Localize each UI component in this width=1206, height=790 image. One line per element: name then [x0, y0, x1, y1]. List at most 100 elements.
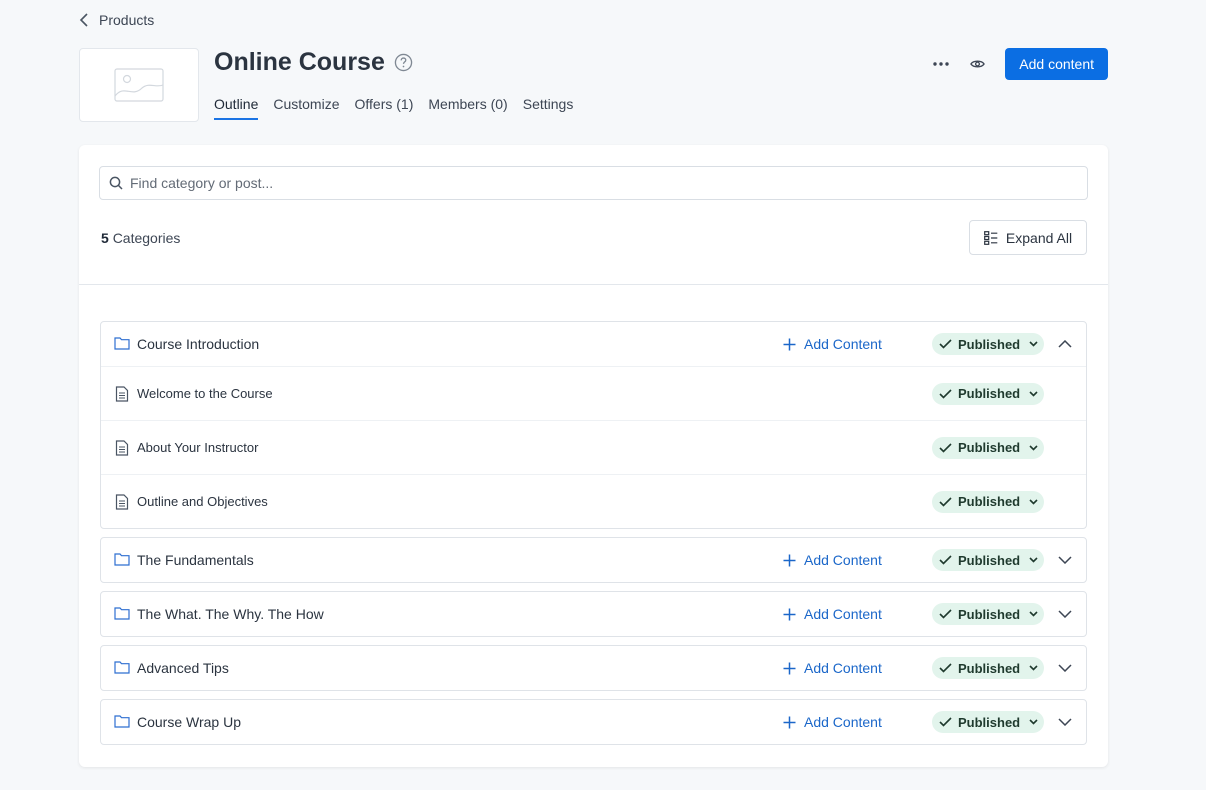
categories-count-number: 5: [101, 230, 109, 246]
status-label: Published: [958, 336, 1021, 352]
plus-icon: [783, 338, 796, 350]
status-badge[interactable]: Published: [932, 333, 1044, 355]
tab-outline[interactable]: Outline: [214, 96, 259, 120]
status-label: Published: [958, 494, 1021, 509]
folder-icon: [114, 661, 130, 674]
tab-settings[interactable]: Settings: [523, 96, 574, 120]
expand-toggle[interactable]: [1056, 713, 1074, 731]
product-thumbnail[interactable]: [79, 48, 199, 122]
chevron-left-icon: [79, 13, 88, 27]
status-label: Published: [958, 386, 1021, 401]
document-icon: [115, 493, 129, 510]
check-icon: [939, 609, 952, 619]
post-row[interactable]: Welcome to the Course Published: [101, 366, 1086, 420]
category-header[interactable]: The What. The Why. The How Add Content P…: [101, 592, 1086, 636]
category-course-wrap-up: Course Wrap Up Add Content Published: [100, 699, 1087, 745]
category-name: Advanced Tips: [137, 660, 229, 676]
expand-toggle[interactable]: [1056, 605, 1074, 623]
document-icon: [115, 439, 129, 456]
post-row[interactable]: Outline and Objectives Published: [101, 474, 1086, 528]
status-label: Published: [958, 714, 1021, 730]
tab-offers[interactable]: Offers (1): [355, 96, 414, 120]
category-advanced-tips: Advanced Tips Add Content Published: [100, 645, 1087, 691]
preview-button[interactable]: [963, 49, 991, 79]
status-badge[interactable]: Published: [932, 490, 1044, 513]
category-header[interactable]: Course Introduction Add Content Publishe…: [101, 322, 1086, 366]
search-input[interactable]: [130, 175, 1030, 191]
category-course-introduction: Course Introduction Add Content Publishe…: [100, 321, 1087, 529]
chevron-down-icon: [1029, 665, 1038, 671]
check-icon: [939, 339, 952, 349]
chevron-up-icon: [1058, 340, 1072, 348]
add-content-link[interactable]: Add Content: [783, 606, 882, 622]
plus-icon: [783, 554, 796, 566]
expand-all-label: Expand All: [1005, 229, 1073, 246]
add-content-label: Add Content: [804, 552, 882, 568]
add-content-link[interactable]: Add Content: [783, 660, 882, 676]
folder-icon: [114, 553, 130, 566]
folder-icon: [114, 607, 130, 620]
expand-toggle[interactable]: [1056, 659, 1074, 677]
tab-members[interactable]: Members (0): [428, 96, 507, 120]
check-icon: [939, 496, 952, 507]
tab-customize[interactable]: Customize: [273, 96, 339, 120]
help-icon[interactable]: [394, 53, 413, 72]
check-icon: [939, 663, 952, 673]
back-link-products[interactable]: Products: [79, 12, 154, 28]
chevron-down-icon: [1029, 611, 1038, 617]
add-content-link[interactable]: Add Content: [783, 336, 882, 352]
chevron-down-icon: [1058, 718, 1072, 726]
search-field[interactable]: [99, 166, 1088, 200]
folder-icon: [114, 715, 130, 728]
status-label: Published: [958, 440, 1021, 455]
post-name: Outline and Objectives: [137, 494, 268, 509]
category-the-what-the-why-the-how: The What. The Why. The How Add Content P…: [100, 591, 1087, 637]
category-name: The Fundamentals: [137, 552, 254, 568]
chevron-down-icon: [1029, 390, 1038, 397]
category-header[interactable]: The Fundamentals Add Content Published: [101, 538, 1086, 582]
post-row[interactable]: About Your Instructor Published: [101, 420, 1086, 474]
product-tabs: Outline Customize Offers (1) Members (0)…: [214, 96, 573, 120]
chevron-down-icon: [1058, 556, 1072, 564]
categories-count-label: Categories: [112, 230, 181, 246]
chevron-down-icon: [1058, 610, 1072, 618]
search-icon: [109, 176, 123, 190]
status-badge[interactable]: Published: [932, 382, 1044, 405]
categories-count: 5 Categories: [101, 230, 180, 246]
plus-icon: [783, 608, 796, 620]
more-options-button[interactable]: [927, 49, 955, 79]
add-content-link[interactable]: Add Content: [783, 714, 882, 730]
category-the-fundamentals: The Fundamentals Add Content Published: [100, 537, 1087, 583]
check-icon: [939, 555, 952, 565]
add-content-label: Add Content: [804, 606, 882, 622]
add-content-button[interactable]: Add content: [1005, 48, 1108, 80]
plus-icon: [783, 716, 796, 728]
check-icon: [939, 388, 952, 399]
status-badge[interactable]: Published: [932, 603, 1044, 625]
document-icon: [115, 385, 129, 402]
status-badge[interactable]: Published: [932, 711, 1044, 733]
more-horizontal-icon: [933, 62, 949, 66]
status-label: Published: [958, 660, 1021, 676]
status-badge[interactable]: Published: [932, 549, 1044, 571]
category-header[interactable]: Advanced Tips Add Content Published: [101, 646, 1086, 690]
list-expand-icon: [984, 230, 998, 245]
collapse-toggle[interactable]: [1056, 335, 1074, 353]
expand-all-button[interactable]: Expand All: [969, 220, 1087, 255]
image-placeholder-icon: [114, 68, 164, 102]
chevron-down-icon: [1029, 341, 1038, 347]
status-badge[interactable]: Published: [932, 657, 1044, 679]
post-name: Welcome to the Course: [137, 386, 273, 401]
chevron-down-icon: [1029, 498, 1038, 505]
post-name: About Your Instructor: [137, 440, 259, 455]
add-content-label: Add Content: [804, 336, 882, 352]
status-badge[interactable]: Published: [932, 436, 1044, 459]
status-label: Published: [958, 606, 1021, 622]
add-content-link[interactable]: Add Content: [783, 552, 882, 568]
category-header[interactable]: Course Wrap Up Add Content Published: [101, 700, 1086, 744]
status-label: Published: [958, 552, 1021, 568]
category-name: The What. The Why. The How: [137, 606, 324, 622]
check-icon: [939, 442, 952, 453]
expand-toggle[interactable]: [1056, 551, 1074, 569]
page-title: Online Course: [214, 48, 385, 76]
